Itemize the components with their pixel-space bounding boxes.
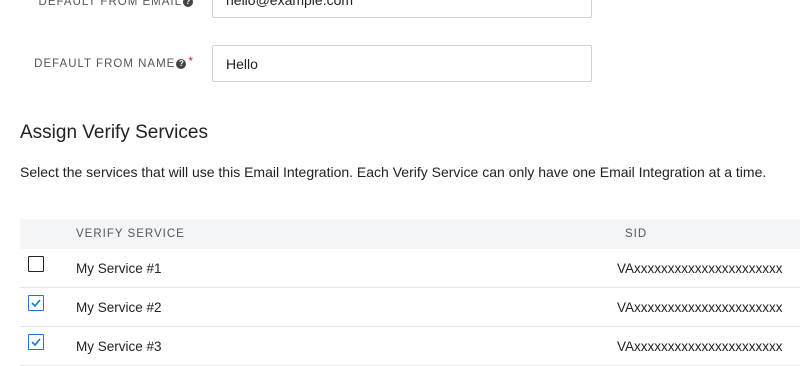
service-sid: VAxxxxxxxxxxxxxxxxxxxxxx: [617, 261, 783, 276]
from-name-label-text: DEFAULT FROM NAME: [34, 58, 176, 70]
table-row: My Service #3 VAxxxxxxxxxxxxxxxxxxxxxx: [20, 327, 800, 366]
section-title: Assign Verify Services: [20, 122, 208, 143]
check-icon: [31, 338, 41, 346]
service-sid: VAxxxxxxxxxxxxxxxxxxxxxx: [617, 300, 783, 315]
section-description: Select the services that will use this E…: [20, 164, 767, 180]
service-name: My Service #3: [76, 339, 162, 354]
service-sid: VAxxxxxxxxxxxxxxxxxxxxxx: [617, 339, 783, 354]
required-asterisk: *: [188, 54, 193, 68]
service-name: My Service #2: [76, 300, 162, 315]
from-name-label: DEFAULT FROM NAME ? *: [34, 54, 193, 70]
row-checkbox[interactable]: [28, 334, 44, 350]
from-name-input[interactable]: [212, 45, 592, 82]
table-row: My Service #2 VAxxxxxxxxxxxxxxxxxxxxxx: [20, 288, 800, 327]
help-circle-icon[interactable]: ?: [183, 0, 193, 7]
help-circle-icon[interactable]: ?: [176, 59, 187, 69]
table-header: VERIFY SERVICE SID: [20, 219, 800, 249]
column-header-sid[interactable]: SID: [625, 228, 647, 240]
from-email-input[interactable]: [212, 0, 592, 18]
from-email-label: DEFAULT FROM EMAIL ?: [39, 0, 193, 8]
from-email-label-text: DEFAULT FROM EMAIL: [38, 0, 182, 8]
table-row: My Service #1 VAxxxxxxxxxxxxxxxxxxxxxx: [20, 249, 800, 288]
service-name: My Service #1: [76, 261, 162, 276]
check-icon: [31, 299, 41, 307]
column-header-verify-service[interactable]: VERIFY SERVICE: [76, 228, 185, 240]
row-checkbox[interactable]: [28, 256, 44, 272]
row-checkbox[interactable]: [28, 295, 44, 311]
